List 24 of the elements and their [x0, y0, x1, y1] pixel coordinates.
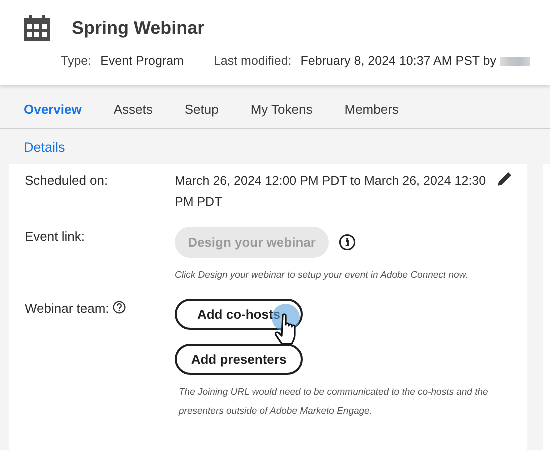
tab[interactable]: Overview	[24, 99, 82, 119]
field-label: Webinar team:	[25, 301, 110, 316]
details-link[interactable]: Details	[24, 140, 66, 155]
action-button[interactable]: Add presenters	[175, 344, 303, 375]
tab[interactable]: Members	[344, 99, 399, 119]
help-note: The Joining URL would need to be communicated to the co-hosts and the presenters outside of Adobe Marketo Engage.	[178, 386, 490, 419]
modified-label: Last modified:	[214, 54, 292, 68]
action-button[interactable]: Add co-hosts	[175, 299, 303, 330]
info-icon[interactable]	[339, 234, 356, 251]
pencil-icon[interactable]	[497, 171, 513, 187]
calendar-icon	[23, 14, 51, 42]
help-icon[interactable]	[113, 301, 126, 314]
field-label: Event link:	[25, 229, 85, 244]
blurred-name	[500, 56, 530, 66]
type-value: Event Program	[100, 54, 184, 68]
schedule-value: March 26, 2024 12:00 PM PDT to March 26, 2024 12:30 PM PDT	[175, 173, 487, 211]
tab[interactable]: Setup	[184, 99, 219, 119]
program-title: Spring Webinar	[72, 18, 205, 38]
tab[interactable]: My Tokens	[250, 99, 313, 119]
type-label: Type:	[61, 54, 92, 68]
tab[interactable]: Assets	[114, 99, 153, 119]
modified-value: February 8, 2024 10:37 AM PST by	[300, 54, 496, 68]
field-label: Scheduled on:	[25, 173, 108, 188]
help-note: Click Design your webinar to setup your event in Adobe Connect now.	[175, 269, 470, 283]
